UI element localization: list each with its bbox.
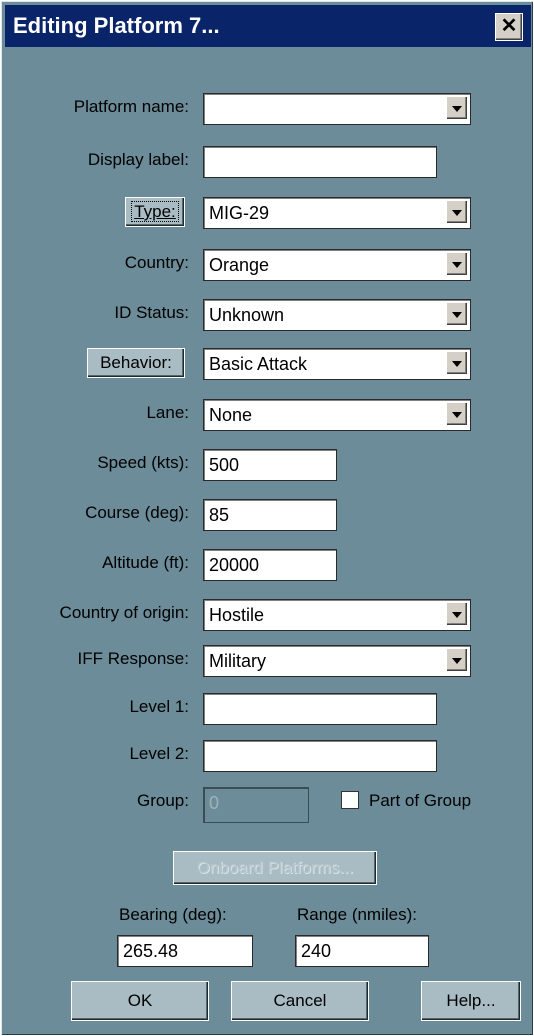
iff-response-row: IFF Response: Military — [1, 645, 534, 679]
iff-response-label: IFF Response: — [77, 649, 190, 668]
iff-response-value: Military — [209, 651, 266, 671]
iff-response-combo[interactable]: Military — [203, 645, 471, 677]
level1-label: Level 1: — [129, 697, 189, 716]
behavior-button-label: Behavior: — [100, 353, 172, 372]
onboard-platforms-label: Onboard Platforms... — [196, 858, 354, 877]
iff-response-dropdown-icon[interactable] — [446, 648, 468, 672]
lane-value: None — [209, 405, 253, 425]
id-status-value: Unknown — [209, 305, 285, 325]
display-label-label: Display label: — [87, 150, 189, 169]
ok-button[interactable]: OK — [71, 981, 209, 1021]
cancel-button-label: Cancel — [273, 991, 327, 1010]
course-label: Course (deg): — [85, 503, 189, 522]
speed-row: Speed (kts): 500 — [1, 449, 534, 483]
dialog-window: Editing Platform 7... ✕ Platform name: D… — [0, 0, 534, 1036]
country-combo[interactable]: Orange — [203, 249, 471, 281]
close-icon: ✕ — [500, 15, 518, 37]
platform-name-label: Platform name: — [73, 97, 189, 116]
country-dropdown-icon[interactable] — [446, 252, 468, 276]
country-of-origin-label: Country of origin: — [59, 603, 189, 622]
behavior-row: Behavior: Basic Attack — [1, 348, 534, 382]
bearing-input[interactable]: 265.48 — [117, 935, 253, 967]
onboard-platforms-button: Onboard Platforms... — [173, 851, 377, 885]
level1-row: Level 1: — [1, 693, 534, 727]
country-value: Orange — [209, 255, 270, 275]
ok-button-label: OK — [127, 991, 153, 1010]
id-status-label: ID Status: — [114, 303, 189, 322]
platform-name-row: Platform name: — [1, 93, 534, 127]
id-status-row: ID Status: Unknown — [1, 299, 534, 333]
help-button-label: Help... — [446, 991, 496, 1010]
country-of-origin-value: Hostile — [209, 605, 265, 625]
level2-row: Level 2: — [1, 740, 534, 774]
speed-value: 500 — [209, 455, 240, 475]
lane-label: Lane: — [146, 403, 189, 422]
platform-name-dropdown-icon[interactable] — [446, 96, 468, 120]
course-input[interactable]: 85 — [203, 499, 337, 531]
behavior-value: Basic Attack — [209, 354, 308, 374]
group-row: Group: 0 Part of Group — [1, 787, 534, 823]
behavior-dropdown-icon[interactable] — [446, 351, 468, 375]
range-value: 240 — [301, 941, 332, 961]
behavior-combo[interactable]: Basic Attack — [203, 348, 471, 380]
country-row: Country: Orange — [1, 249, 534, 283]
range-input[interactable]: 240 — [295, 935, 429, 967]
lane-combo[interactable]: None — [203, 399, 471, 431]
help-button[interactable]: Help... — [421, 981, 521, 1021]
type-button-label: Type: — [131, 201, 179, 222]
group-value: 0 — [209, 793, 220, 813]
level1-input[interactable] — [203, 693, 437, 725]
cancel-button[interactable]: Cancel — [231, 981, 369, 1021]
country-of-origin-dropdown-icon[interactable] — [446, 602, 468, 626]
bearing-value: 265.48 — [123, 941, 179, 961]
part-of-group-checkbox[interactable] — [341, 791, 359, 809]
range-label: Range (nmiles): — [297, 905, 417, 924]
type-dropdown-icon[interactable] — [446, 200, 468, 224]
platform-name-combo[interactable] — [203, 93, 471, 125]
behavior-button[interactable]: Behavior: — [87, 348, 185, 378]
country-of-origin-combo[interactable]: Hostile — [203, 599, 471, 631]
lane-dropdown-icon[interactable] — [446, 402, 468, 426]
id-status-dropdown-icon[interactable] — [446, 302, 468, 326]
close-button[interactable]: ✕ — [495, 13, 523, 41]
type-combo[interactable]: MIG-29 — [203, 197, 471, 229]
speed-label: Speed (kts): — [97, 453, 189, 472]
altitude-row: Altitude (ft): 20000 — [1, 549, 534, 583]
altitude-label: Altitude (ft): — [102, 553, 189, 572]
country-of-origin-row: Country of origin: Hostile — [1, 599, 534, 633]
id-status-combo[interactable]: Unknown — [203, 299, 471, 331]
level2-input[interactable] — [203, 740, 437, 772]
altitude-value: 20000 — [209, 555, 260, 575]
display-label-row: Display label: — [1, 146, 534, 180]
course-value: 85 — [209, 505, 230, 525]
altitude-input[interactable]: 20000 — [203, 549, 337, 581]
type-button[interactable]: Type: — [125, 197, 185, 227]
speed-input[interactable]: 500 — [203, 449, 337, 481]
lane-row: Lane: None — [1, 399, 534, 433]
display-label-input[interactable] — [203, 146, 437, 178]
group-label: Group: — [137, 791, 189, 810]
level2-label: Level 2: — [129, 744, 189, 763]
title-bar[interactable]: Editing Platform 7... ✕ — [5, 5, 531, 47]
part-of-group-label[interactable]: Part of Group — [369, 791, 471, 811]
group-input: 0 — [203, 787, 309, 823]
window-title: Editing Platform 7... — [13, 13, 220, 38]
type-row: Type: MIG-29 — [1, 197, 534, 231]
course-row: Course (deg): 85 — [1, 499, 534, 533]
country-label: Country: — [124, 253, 189, 272]
type-value: MIG-29 — [209, 203, 270, 223]
bearing-label: Bearing (deg): — [119, 905, 227, 924]
